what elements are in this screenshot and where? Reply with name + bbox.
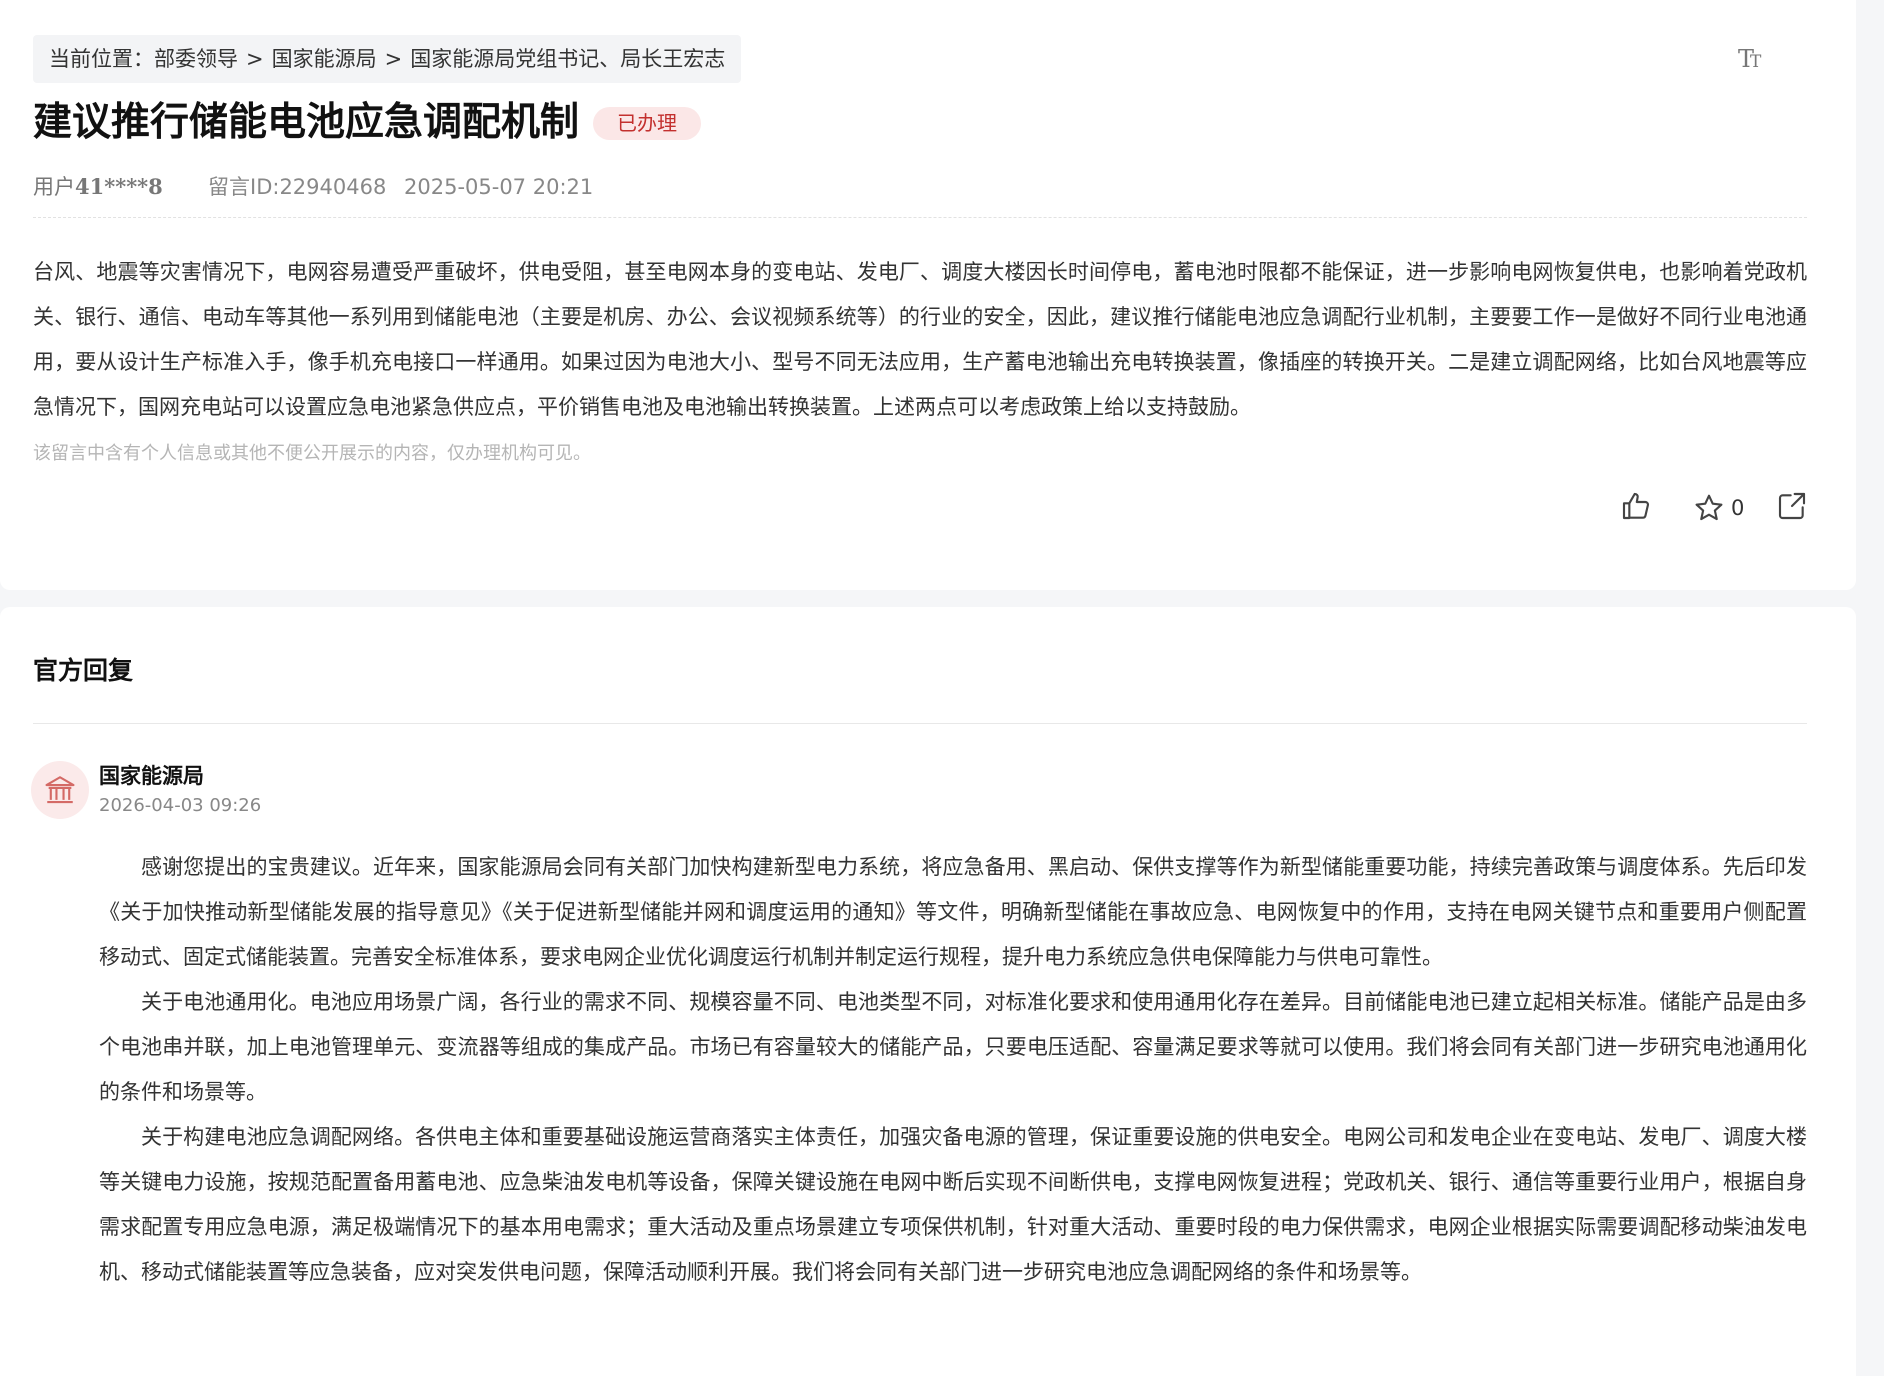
divider xyxy=(33,217,1807,218)
privacy-hint: 该留言中含有个人信息或其他不便公开展示的内容，仅办理机构可见。 xyxy=(33,443,591,464)
message-datetime: 2025-05-07 20:21 xyxy=(404,175,594,199)
reply-paragraph: 感谢您提出的宝贵建议。近年来，国家能源局会同有关部门加快构建新型电力系统，将应急… xyxy=(99,855,1807,969)
breadcrumb-separator: > xyxy=(246,47,264,71)
favorite-button[interactable]: 0 xyxy=(1693,490,1744,526)
favorite-count: 0 xyxy=(1731,496,1745,520)
star-icon xyxy=(1695,494,1723,521)
like-button[interactable] xyxy=(1620,490,1652,526)
message-card: 当前位置：部委领导 > 国家能源局 > 国家能源局党组书记、局长王宏志 TT 建议推行储… xyxy=(0,0,1856,590)
government-building-icon xyxy=(45,776,75,804)
user-id: 41****8 xyxy=(75,174,163,199)
message-id: 留言ID:22940468 xyxy=(208,175,387,199)
org-name: 国家能源局 xyxy=(99,764,204,788)
reply-content: 感谢您提出的宝贵建议。近年来，国家能源局会同有关部门加快构建新型电力系统，将应急… xyxy=(99,845,1807,1295)
breadcrumb-item-nea[interactable]: 国家能源局 xyxy=(272,47,377,71)
reply-datetime: 2026-04-03 09:26 xyxy=(99,795,262,816)
reply-paragraph: 关于构建电池应急调配网络。各供电主体和重要基础设施运营商落实主体责任，加强灾备电… xyxy=(99,1125,1807,1284)
breadcrumb-item-current[interactable]: 国家能源局党组书记、局长王宏志 xyxy=(410,47,725,71)
user-label: 用户 xyxy=(33,175,75,199)
breadcrumb: 当前位置：部委领导 > 国家能源局 > 国家能源局党组书记、局长王宏志 xyxy=(33,35,742,83)
status-badge: 已办理 xyxy=(593,107,701,140)
breadcrumb-separator: > xyxy=(384,47,403,71)
message-content: 台风、地震等灾害情况下，电网容易遭受严重破坏，供电受阻，甚至电网本身的变电站、发… xyxy=(33,260,1807,419)
font-size-icon[interactable]: TT xyxy=(1738,44,1768,74)
breadcrumb-item-ministry-leaders[interactable]: 部委领导 xyxy=(154,47,238,71)
share-button[interactable] xyxy=(1776,490,1808,526)
divider xyxy=(33,723,1807,724)
reply-paragraph: 关于电池通用化。电池应用场景广阔，各行业的需求不同、规模容量不同、电池类型不同，… xyxy=(99,990,1807,1104)
thumbs-up-icon xyxy=(1622,492,1650,520)
user-info: 用户41****8 xyxy=(33,172,163,202)
avatar xyxy=(31,761,89,819)
breadcrumb-prefix: 当前位置： xyxy=(49,47,154,71)
reply-section-title: 官方回复 xyxy=(33,656,134,685)
share-icon xyxy=(1778,492,1806,520)
page-title: 建议推行储能电池应急调配机制 xyxy=(33,99,580,145)
